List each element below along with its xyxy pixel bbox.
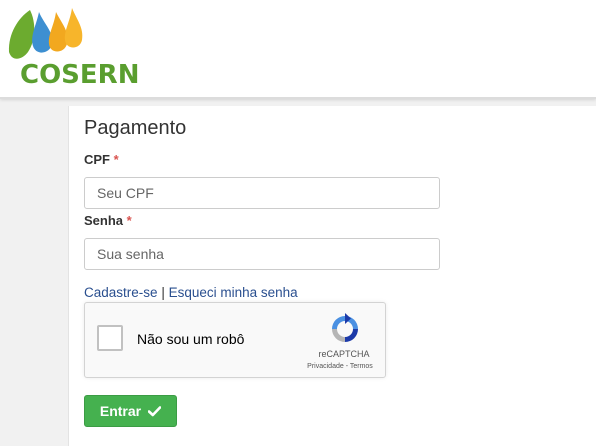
password-input[interactable] (84, 238, 440, 270)
recaptcha-brand: reCAPTCHA (318, 349, 370, 359)
cpf-input[interactable] (84, 177, 440, 209)
recaptcha-widget: Não sou um robô reCAPTCHA Privacidade - … (84, 302, 386, 378)
terms-link[interactable]: Termos (350, 363, 373, 370)
page-title: Pagamento (84, 117, 187, 139)
password-label: Senha * (84, 213, 132, 228)
check-icon (148, 405, 162, 416)
recaptcha-checkbox[interactable] (97, 325, 123, 351)
privacy-link[interactable]: Privacidade (307, 363, 344, 370)
password-label-text: Senha (84, 213, 124, 228)
submit-button[interactable]: Entrar (84, 395, 177, 427)
required-mark: * (126, 213, 132, 228)
site-header: COSERN (0, 0, 596, 99)
recaptcha-label: Não sou um robô (137, 331, 245, 347)
recaptcha-logo-icon (332, 313, 358, 342)
cpf-label-text: CPF (84, 152, 110, 167)
forgot-password-link[interactable]: Esqueci minha senha (169, 285, 298, 300)
links-separator: | (161, 285, 165, 300)
submit-label: Entrar (99, 403, 142, 419)
required-mark: * (113, 152, 119, 167)
brand-name: COSERN (20, 60, 140, 90)
register-link[interactable]: Cadastre-se (84, 285, 158, 300)
account-links: Cadastre-se | Esqueci minha senha (84, 285, 298, 300)
cpf-label: CPF * (84, 152, 119, 167)
recaptcha-terms: Privacidade - Termos (295, 363, 385, 370)
